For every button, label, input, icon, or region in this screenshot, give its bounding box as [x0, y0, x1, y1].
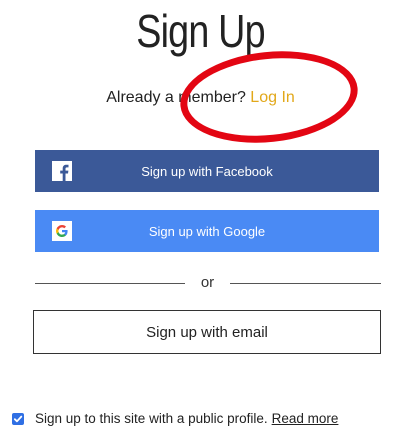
check-icon [13, 415, 23, 422]
public-profile-row: Sign up to this site with a public profi… [12, 410, 338, 427]
page-title: Sign Up [136, 5, 265, 57]
read-more-link[interactable]: Read more [272, 411, 339, 426]
email-signup-button[interactable]: Sign up with email [33, 310, 381, 354]
divider-line-right [230, 283, 381, 284]
facebook-signup-button[interactable]: Sign up with Facebook [35, 150, 379, 192]
or-divider: or [35, 274, 381, 292]
facebook-signup-label: Sign up with Facebook [141, 163, 273, 179]
public-profile-text: Sign up to this site with a public profi… [35, 411, 268, 426]
member-prompt-text: Already a member? [106, 89, 246, 106]
google-signup-button[interactable]: Sign up with Google [35, 210, 379, 252]
divider-text: or [200, 274, 215, 291]
login-link[interactable]: Log In [250, 89, 294, 106]
public-profile-checkbox[interactable] [12, 412, 24, 425]
divider-line-left [35, 283, 185, 284]
facebook-icon [52, 161, 72, 181]
member-prompt: Already a member? Log In [0, 89, 401, 107]
google-icon [52, 221, 72, 241]
google-signup-label: Sign up with Google [148, 223, 266, 239]
